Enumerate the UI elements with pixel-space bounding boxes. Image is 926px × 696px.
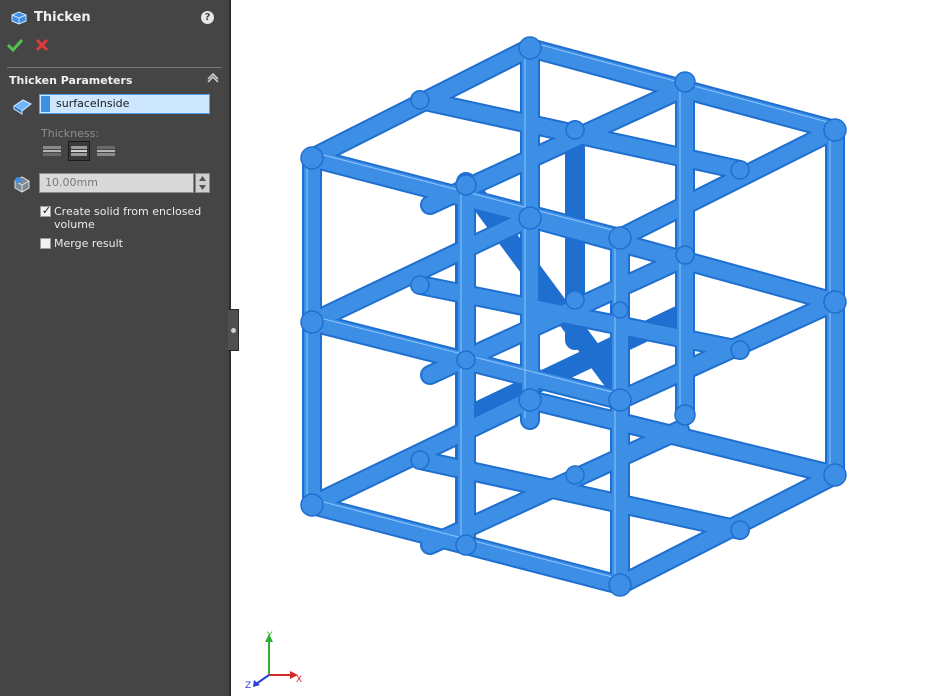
- create-solid-option[interactable]: ✓ Create solid from enclosed volume: [40, 204, 220, 233]
- spin-up-icon[interactable]: [196, 174, 209, 183]
- thicken-icon: [11, 11, 27, 25]
- thickness-icon: [14, 176, 30, 193]
- merge-result-label[interactable]: Merge result: [54, 237, 219, 250]
- spin-down-icon[interactable]: [196, 183, 209, 192]
- z-axis-label: Z: [245, 681, 251, 690]
- thicken-both-sides-icon: [71, 146, 87, 156]
- chevron-up-icon[interactable]: [206, 73, 220, 85]
- feature-title: Thicken: [34, 10, 91, 25]
- selection-color-chip: [41, 96, 50, 112]
- group-title: Thicken Parameters: [9, 74, 133, 87]
- face-selection-item[interactable]: surfaceInside: [56, 97, 129, 110]
- create-solid-label[interactable]: Create solid from enclosed volume: [54, 205, 219, 231]
- thickness-value[interactable]: 10.00mm: [45, 176, 98, 189]
- property-manager: Thicken ? Thicken Parameters surfaceInsi…: [0, 0, 229, 696]
- thicken-both-sides-button[interactable]: [68, 141, 90, 161]
- thickness-spinner[interactable]: [195, 173, 210, 193]
- thicken-side-1-icon: [43, 146, 61, 156]
- create-solid-checkbox[interactable]: ✓: [40, 204, 52, 217]
- coordinate-triad: Y X Z: [245, 631, 302, 690]
- checkmark-icon[interactable]: [7, 37, 23, 53]
- thickness-input[interactable]: 10.00mm: [39, 173, 194, 193]
- feature-header: Thicken ?: [0, 0, 229, 34]
- graphics-viewport[interactable]: [231, 0, 926, 696]
- checkmark-icon: ✓: [41, 204, 52, 217]
- thicken-side-2-icon: [97, 146, 115, 156]
- divider: [7, 67, 222, 68]
- merge-result-checkbox[interactable]: [40, 238, 51, 249]
- merge-result-option[interactable]: Merge result: [40, 237, 220, 251]
- close-icon[interactable]: [34, 37, 50, 53]
- x-axis-label: X: [296, 675, 302, 685]
- help-icon[interactable]: ?: [201, 11, 214, 24]
- face-select-icon: [13, 99, 32, 115]
- thickness-label: Thickness:: [41, 127, 100, 140]
- thicken-side-1-button[interactable]: [41, 141, 63, 161]
- lattice-model[interactable]: [300, 36, 847, 597]
- y-axis-label: Y: [266, 631, 273, 641]
- thicken-side-2-button[interactable]: [95, 141, 117, 161]
- face-selection-box[interactable]: surfaceInside: [39, 94, 210, 114]
